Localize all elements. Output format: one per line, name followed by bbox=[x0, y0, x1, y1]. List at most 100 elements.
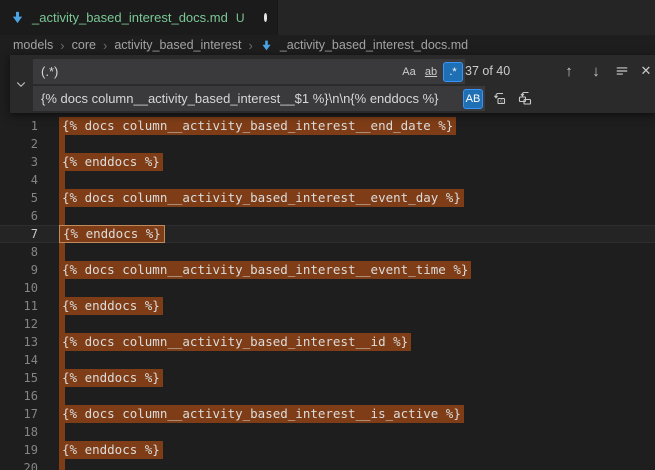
toggle-replace-chevron-icon[interactable] bbox=[10, 55, 32, 113]
modified-dot-icon[interactable] bbox=[264, 13, 267, 22]
regex-button[interactable]: .* bbox=[443, 62, 463, 82]
editor-line[interactable]: 13 {% docs column__activity_based_interes… bbox=[0, 333, 655, 351]
line-number[interactable]: 1 bbox=[0, 117, 38, 135]
match-case-button[interactable]: Aa bbox=[399, 62, 419, 82]
line-number[interactable]: 8 bbox=[0, 243, 38, 261]
breadcrumb: models › core › activity_based_interest … bbox=[0, 35, 655, 55]
preserve-case-button[interactable]: AB bbox=[463, 89, 483, 109]
line-number[interactable]: 9 bbox=[0, 261, 38, 279]
editor-line[interactable]: 5 {% docs column__activity_based_interest… bbox=[0, 189, 655, 207]
line-number[interactable]: 12 bbox=[0, 315, 38, 333]
line-content[interactable]: {% docs column__activity_based_interest_… bbox=[59, 333, 655, 351]
previous-match-button[interactable]: ↑ bbox=[558, 60, 580, 82]
find-input-box: Aa ab .* bbox=[33, 59, 465, 84]
find-in-selection-button[interactable] bbox=[611, 60, 633, 82]
editor-line[interactable]: 1 {% docs column__activity_based_interest… bbox=[0, 117, 655, 135]
line-number[interactable]: 16 bbox=[0, 387, 38, 405]
line-number[interactable]: 11 bbox=[0, 297, 38, 315]
line-number[interactable]: 15 bbox=[0, 369, 38, 387]
line-content[interactable]: {% enddocs %} bbox=[59, 153, 655, 171]
replace-all-button[interactable] bbox=[514, 87, 536, 109]
find-match-highlight: {% enddocs %} bbox=[59, 441, 163, 459]
line-number[interactable]: 18 bbox=[0, 423, 38, 441]
vscode-window: _activity_based_interest_docs.md U model… bbox=[0, 0, 655, 470]
editor-line[interactable]: 8 bbox=[0, 243, 655, 261]
find-match-highlight: {% docs column__activity_based_interest_… bbox=[59, 117, 456, 135]
line-number[interactable]: 17 bbox=[0, 405, 38, 423]
line-content[interactable]: {% enddocs %} bbox=[59, 297, 655, 315]
line-content[interactable] bbox=[59, 315, 655, 333]
line-content[interactable] bbox=[59, 387, 655, 405]
line-number[interactable]: 4 bbox=[0, 171, 38, 189]
editor-line[interactable]: 4 bbox=[0, 171, 655, 189]
tab-bar: _activity_based_interest_docs.md U bbox=[0, 0, 655, 35]
editor-line[interactable]: 2 bbox=[0, 135, 655, 153]
line-content[interactable]: {% enddocs %} bbox=[59, 441, 655, 459]
find-match-highlight: {% docs column__activity_based_interest_… bbox=[59, 189, 464, 207]
editor-line[interactable]: 7 {% enddocs %} bbox=[0, 225, 655, 243]
find-match-highlight: {% docs column__activity_based_interest_… bbox=[59, 261, 471, 279]
line-content[interactable]: {% docs column__activity_based_interest_… bbox=[59, 261, 655, 279]
editor-line[interactable]: 9 {% docs column__activity_based_interest… bbox=[0, 261, 655, 279]
editor-line[interactable]: 10 bbox=[0, 279, 655, 297]
editor-line[interactable]: 19 {% enddocs %} bbox=[0, 441, 655, 459]
breadcrumb-item-file[interactable]: _activity_based_interest_docs.md bbox=[280, 38, 468, 52]
line-number[interactable]: 5 bbox=[0, 189, 38, 207]
editor-line[interactable]: 15 {% enddocs %} bbox=[0, 369, 655, 387]
find-match-highlight: {% enddocs %} bbox=[59, 297, 163, 315]
editor-line[interactable]: 6 bbox=[0, 207, 655, 225]
arrow-down-icon: ↓ bbox=[592, 63, 600, 80]
line-content[interactable] bbox=[59, 351, 655, 369]
line-content[interactable]: {% docs column__activity_based_interest_… bbox=[59, 117, 655, 135]
breadcrumb-item-activity-based-interest[interactable]: activity_based_interest bbox=[114, 38, 241, 52]
replace-one-button[interactable]: c bbox=[488, 87, 510, 109]
close-find-widget-button[interactable]: ✕ bbox=[635, 60, 655, 82]
line-content[interactable] bbox=[59, 171, 655, 189]
editor-line[interactable]: 18 bbox=[0, 423, 655, 441]
line-content[interactable] bbox=[59, 207, 655, 225]
editor-line[interactable]: 11 {% enddocs %} bbox=[0, 297, 655, 315]
whole-word-button[interactable]: ab bbox=[421, 62, 441, 82]
line-number[interactable]: 10 bbox=[0, 279, 38, 297]
editor-line[interactable]: 3 {% enddocs %} bbox=[0, 153, 655, 171]
line-content[interactable]: {% enddocs %} bbox=[59, 225, 655, 243]
find-match-highlight-empty bbox=[59, 315, 65, 333]
breadcrumb-separator-icon: › bbox=[103, 38, 107, 53]
breadcrumb-item-core[interactable]: core bbox=[72, 38, 96, 52]
tab-active-file[interactable]: _activity_based_interest_docs.md U bbox=[0, 0, 278, 35]
find-match-highlight: {% enddocs %} bbox=[59, 153, 163, 171]
selection-lines-icon bbox=[615, 64, 629, 78]
next-match-button[interactable]: ↓ bbox=[585, 60, 607, 82]
line-number[interactable]: 13 bbox=[0, 333, 38, 351]
line-content[interactable] bbox=[59, 459, 655, 470]
replace-input-box: AB bbox=[33, 86, 485, 111]
line-number[interactable]: 6 bbox=[0, 207, 38, 225]
markdown-file-icon bbox=[260, 39, 273, 52]
find-match-highlight: {% docs column__activity_based_interest_… bbox=[59, 405, 464, 423]
line-number[interactable]: 3 bbox=[0, 153, 38, 171]
line-content[interactable]: {% enddocs %} bbox=[59, 369, 655, 387]
editor-line[interactable]: 20 bbox=[0, 459, 655, 470]
editor-line[interactable]: 14 bbox=[0, 351, 655, 369]
line-content[interactable]: {% docs column__activity_based_interest_… bbox=[59, 189, 655, 207]
editor-line[interactable]: 17 {% docs column__activity_based_interes… bbox=[0, 405, 655, 423]
replace-input[interactable] bbox=[33, 86, 463, 111]
line-content[interactable] bbox=[59, 279, 655, 297]
line-content[interactable] bbox=[59, 423, 655, 441]
line-content[interactable] bbox=[59, 243, 655, 261]
editor-line[interactable]: 12 bbox=[0, 315, 655, 333]
markdown-file-icon bbox=[10, 10, 25, 25]
line-number[interactable]: 7 bbox=[0, 225, 38, 243]
line-number[interactable]: 19 bbox=[0, 441, 38, 459]
line-content[interactable] bbox=[59, 135, 655, 153]
svg-text:c: c bbox=[500, 99, 503, 105]
line-content[interactable]: {% docs column__activity_based_interest_… bbox=[59, 405, 655, 423]
editor-line[interactable]: 16 bbox=[0, 387, 655, 405]
line-number[interactable]: 2 bbox=[0, 135, 38, 153]
line-number[interactable]: 20 bbox=[0, 459, 38, 470]
breadcrumb-item-models[interactable]: models bbox=[13, 38, 53, 52]
find-match-highlight-empty bbox=[59, 387, 65, 405]
find-input[interactable] bbox=[33, 59, 399, 84]
line-number[interactable]: 14 bbox=[0, 351, 38, 369]
replace-all-icon bbox=[517, 90, 533, 106]
